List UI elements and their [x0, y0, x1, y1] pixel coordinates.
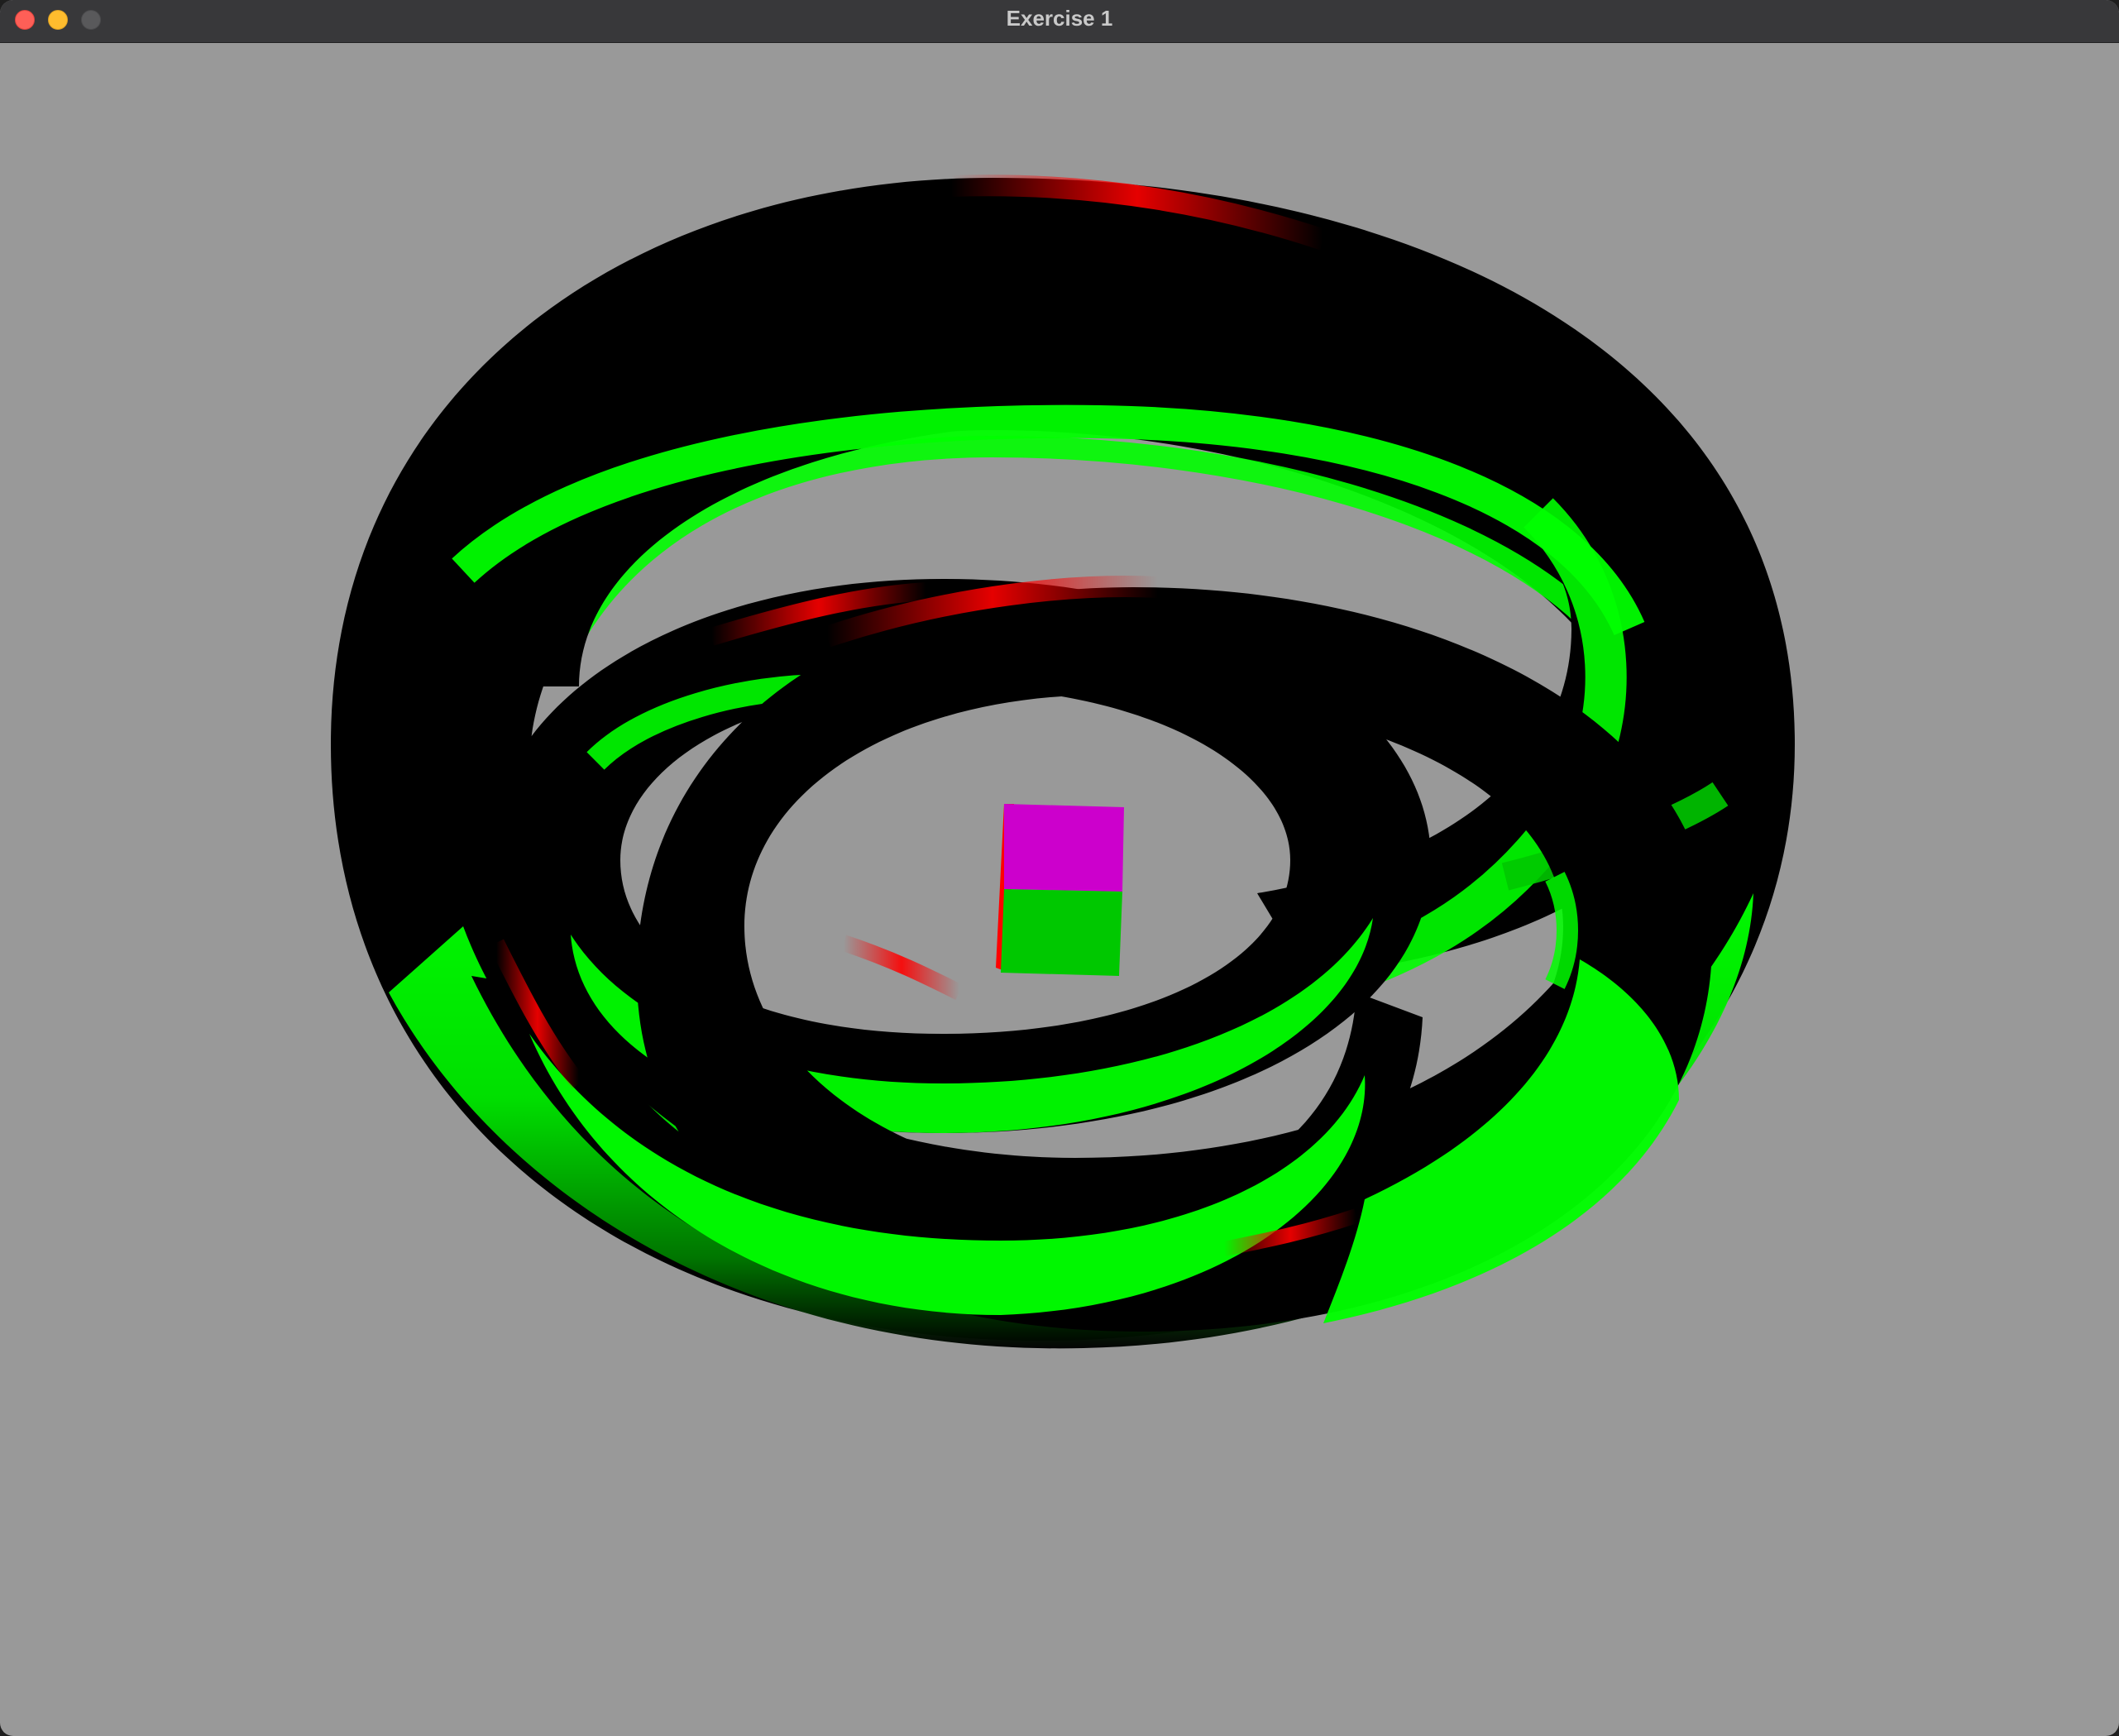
cube-top-face	[1004, 804, 1124, 892]
render-canvas[interactable]	[3, 43, 2116, 1733]
scene-graphic	[331, 175, 1795, 1349]
cube-front-face	[1001, 889, 1122, 976]
app-window: Exercise 1	[0, 0, 2119, 1736]
center-cube	[996, 804, 1124, 976]
